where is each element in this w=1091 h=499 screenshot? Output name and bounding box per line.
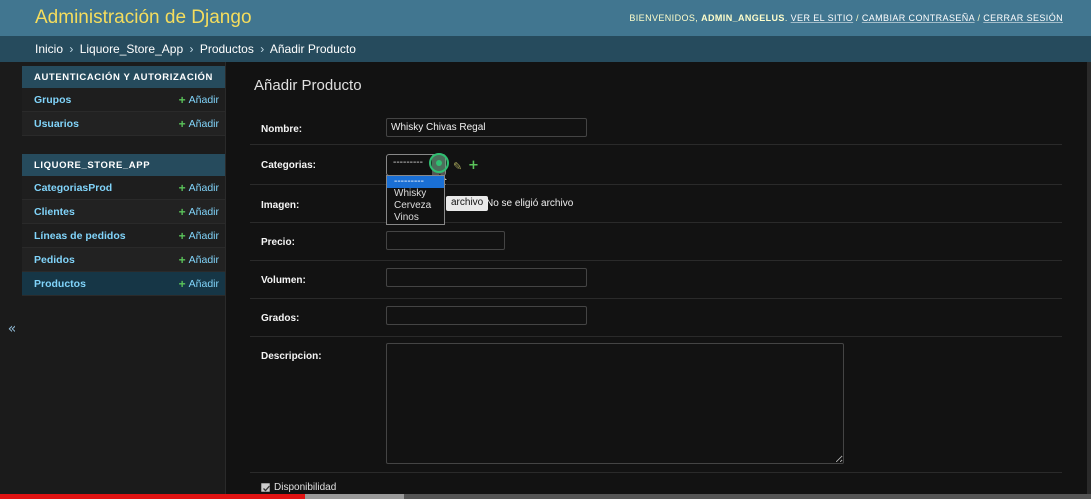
breadcrumb: Inicio › Liquore_Store_App › Productos ›… [0, 36, 1091, 62]
sidebar-item-pedidos: Pedidos + Añadir [22, 248, 225, 272]
plus-icon: + [178, 180, 186, 195]
add-link[interactable]: + Añadir [179, 229, 219, 243]
change-password-link[interactable]: Cambiar contraseña [862, 13, 975, 23]
module-liquore-store: Liquore_Store_App CategoriasProd + Añadir… [22, 154, 225, 296]
header: Administración de Django Bienvenidos, AD… [0, 0, 1091, 36]
categorias-dropdown-list: --------- Whisky Cerveza Vinos [386, 175, 445, 225]
username: ADMIN_ANGELUS [701, 13, 785, 23]
plus-icon: + [178, 228, 186, 243]
dropdown-option[interactable]: Vinos [387, 212, 444, 224]
video-buffered-bar [305, 494, 404, 499]
welcome-text: Bienvenidos, [629, 13, 699, 23]
separator: / [977, 13, 981, 23]
precio-label: Precio: [261, 237, 295, 248]
sidebar-item-lineas-de-pedidos: Líneas de pedidos + Añadir [22, 224, 225, 248]
sidebar: Autenticación y autorización Grupos + Aña… [22, 62, 226, 499]
click-indicator-dot [436, 160, 442, 166]
site-title[interactable]: Administración de Django [35, 7, 252, 29]
add-label: Añadir [188, 93, 219, 106]
imagen-label: Imagen: [261, 200, 300, 211]
view-site-link[interactable]: Ver el sitio [791, 13, 853, 23]
sidebar-item-label[interactable]: CategoriasProd [34, 182, 112, 194]
logout-link[interactable]: Cerrar sesión [983, 13, 1063, 23]
file-status-text: No se eligió archivo [486, 198, 574, 209]
form-row-volumen: Volumen: [250, 261, 1062, 299]
add-link[interactable]: + Añadir [179, 117, 219, 131]
add-label: Añadir [188, 117, 219, 130]
sidebar-item-label[interactable]: Grupos [34, 94, 71, 106]
sidebar-item-grupos: Grupos + Añadir [22, 88, 225, 112]
edit-pencil-icon[interactable]: ✎ [453, 160, 462, 173]
form-row-precio: Precio: [250, 223, 1062, 261]
breadcrumb-model[interactable]: Productos [200, 42, 254, 56]
sidebar-item-label[interactable]: Líneas de pedidos [34, 230, 126, 242]
add-link[interactable]: + Añadir [179, 93, 219, 107]
plus-icon: + [178, 204, 186, 219]
breadcrumb-current: Añadir Producto [269, 42, 356, 56]
add-label: Añadir [188, 205, 219, 218]
disponibilidad-label: Disponibilidad [274, 482, 337, 493]
module-caption[interactable]: Liquore_Store_App [22, 154, 225, 176]
sidebar-item-label[interactable]: Clientes [34, 206, 75, 218]
plus-icon: + [178, 252, 186, 267]
module-caption[interactable]: Autenticación y autorización [22, 66, 225, 88]
plus-icon: + [178, 276, 186, 291]
add-label: Añadir [188, 277, 219, 290]
sidebar-item-usuarios: Usuarios + Añadir [22, 112, 225, 136]
categorias-label: Categorias: [261, 160, 317, 171]
nombre-label: Nombre: [261, 124, 303, 135]
add-link[interactable]: + Añadir [179, 253, 219, 267]
main-content: Añadir Producto Nombre: Categorias: ----… [226, 62, 1091, 499]
dropdown-option[interactable]: Cerveza [387, 200, 444, 212]
plus-icon: + [178, 116, 186, 131]
nav-collapse-strip [0, 62, 22, 499]
add-link[interactable]: + Añadir [179, 181, 219, 195]
add-label: Añadir [188, 253, 219, 266]
disponibilidad-checkbox[interactable] [261, 483, 270, 492]
breadcrumb-separator: › [69, 42, 74, 56]
categorias-selected-value: --------- [393, 157, 423, 168]
breadcrumb-separator: › [260, 42, 265, 56]
plus-icon: + [178, 92, 186, 107]
video-progress-bar[interactable] [0, 494, 1091, 499]
separator: / [856, 13, 859, 23]
add-related-icon[interactable]: + [468, 158, 479, 173]
breadcrumb-home[interactable]: Inicio [35, 42, 63, 56]
add-link[interactable]: + Añadir [179, 277, 219, 291]
sidebar-item-label[interactable]: Usuarios [34, 118, 79, 130]
module-auth: Autenticación y autorización Grupos + Aña… [22, 66, 225, 136]
volumen-input[interactable] [386, 268, 587, 287]
add-label: Añadir [188, 229, 219, 242]
sidebar-item-clientes: Clientes + Añadir [22, 200, 225, 224]
choose-file-button[interactable]: archivo [446, 196, 489, 211]
precio-input[interactable] [386, 231, 505, 250]
dropdown-option[interactable]: Whisky [387, 188, 444, 200]
user-tools: Bienvenidos, ADMIN_ANGELUS. Ver el sitio… [629, 13, 1063, 23]
add-link[interactable]: + Añadir [179, 205, 219, 219]
breadcrumb-app[interactable]: Liquore_Store_App [80, 42, 183, 56]
video-played-bar [0, 494, 306, 499]
scrollbar[interactable] [1087, 62, 1091, 494]
form-row-categorias: Categorias: --------- [250, 145, 1062, 185]
collapse-sidebar-toggle[interactable]: « [4, 320, 20, 338]
page-title: Añadir Producto [254, 77, 362, 94]
dropdown-option[interactable]: --------- [387, 176, 444, 188]
form-row-grados: Grados: [250, 299, 1062, 337]
nombre-input[interactable] [386, 118, 587, 137]
add-label: Añadir [188, 181, 219, 194]
sidebar-item-productos: Productos + Añadir [22, 272, 225, 296]
volumen-label: Volumen: [261, 275, 306, 286]
sidebar-item-label[interactable]: Pedidos [34, 254, 75, 266]
sidebar-item-label[interactable]: Productos [34, 278, 86, 290]
sidebar-item-categoriasprod: CategoriasProd + Añadir [22, 176, 225, 200]
descripcion-label: Descripcion: [261, 351, 322, 362]
breadcrumb-separator: › [189, 42, 194, 56]
grados-input[interactable] [386, 306, 587, 325]
descripcion-textarea[interactable] [386, 343, 844, 464]
form-row-imagen: Imagen: [250, 185, 1062, 223]
form-row-nombre: Nombre: [250, 112, 1062, 145]
grados-label: Grados: [261, 313, 300, 324]
